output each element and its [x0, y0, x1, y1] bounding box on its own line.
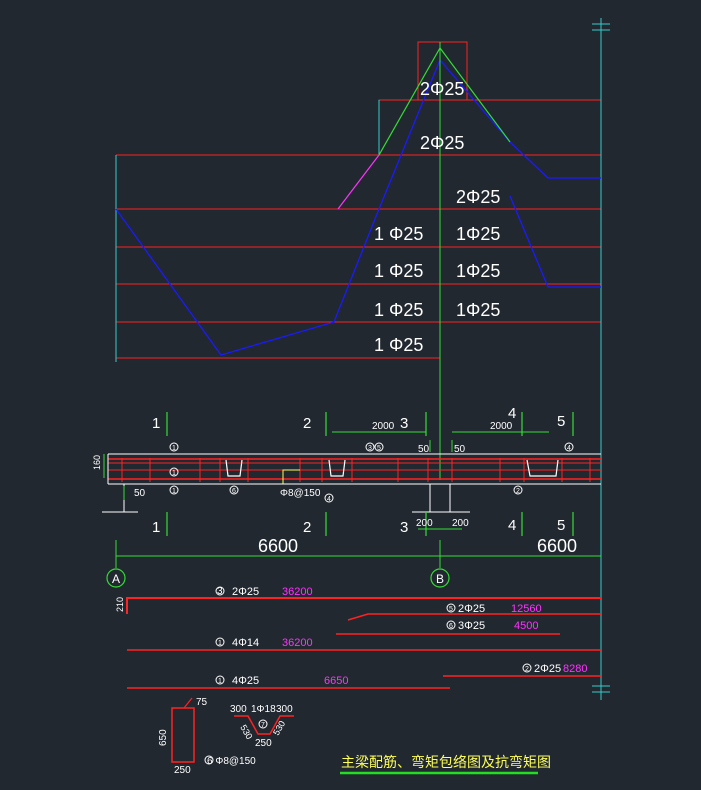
bar-1-num: 1: [218, 640, 222, 647]
bar-3-length: 36200: [282, 586, 313, 598]
bar-3-spec: 2Φ25: [232, 586, 259, 598]
bar-3-hook: 210: [115, 597, 125, 612]
bar-2-length: 8280: [563, 663, 587, 675]
bar-1-spec: 4Φ14: [232, 637, 259, 649]
column-b: [429, 483, 451, 513]
dim-text-span-right: 6600: [537, 536, 577, 556]
section-label: 3: [400, 519, 408, 536]
dim-text-2000-left: 2000: [372, 421, 395, 432]
moment-envelope-lower: [509, 195, 601, 288]
axis-label-b: B: [436, 572, 444, 586]
bar-markers: 1 1 1 6 4 3 5 2 4: [169, 442, 574, 503]
marker-text: 4: [327, 496, 331, 503]
bar-1b-num: 1: [218, 678, 222, 685]
section-label: 4: [508, 405, 516, 422]
bar-5-spec: 2Φ25: [458, 603, 485, 615]
section-label: 5: [557, 517, 565, 534]
stirrup-h-text: 650: [158, 729, 169, 746]
section-label: 4: [508, 517, 516, 534]
section-label: 1: [152, 415, 160, 432]
moment-envelope: [115, 58, 601, 356]
bent-spec: 1Φ18: [251, 704, 276, 715]
dim-text-200-a: 200: [416, 518, 433, 529]
section-label: 5: [557, 413, 565, 430]
section-label: 3: [400, 415, 408, 432]
label-top2: 2Φ25: [420, 133, 464, 153]
label-row1-left: 1 Φ25: [374, 224, 423, 244]
stirrup-outline: [171, 707, 195, 763]
bar-6-spec: 3Φ25: [458, 620, 485, 632]
bar-1-length: 36200: [282, 637, 313, 649]
marker-text: 2: [516, 488, 520, 495]
dim-text-160: 160: [92, 455, 102, 470]
label-row3-right: 1Φ25: [456, 300, 500, 320]
axis-bubbles: A B: [106, 568, 450, 588]
label-row2-right: 1Φ25: [456, 261, 500, 281]
marker-text: 1: [172, 488, 176, 495]
bar-6-num: 6: [449, 623, 453, 630]
moment-labels: 2Φ25 2Φ25 2Φ25 1 Φ25 1Φ25 1 Φ25 1Φ25 1 Φ…: [374, 79, 500, 355]
stirrup-hook: [183, 697, 193, 709]
bent-slope-r: 530: [271, 719, 287, 737]
bar-5-num: 5: [449, 606, 453, 613]
stirrup-spec: Φ8@150: [280, 488, 321, 499]
section-label: 1: [152, 519, 160, 536]
section-label: 2: [303, 415, 311, 432]
dim-text-50-a: 50: [134, 488, 146, 499]
dim-text-2000-right: 2000: [490, 421, 513, 432]
bent-bars: [225, 459, 559, 477]
marker-text: 1: [172, 470, 176, 477]
bent-marker: 7: [261, 722, 265, 729]
stirrup-w-text: 250: [174, 765, 191, 776]
bent-top-r: 300: [276, 704, 293, 715]
bent-bottom: 250: [255, 738, 272, 749]
bar-schedule: 3 2Φ25 36200 210 5 2Φ25 12560 6 3Φ25 450…: [115, 586, 601, 689]
resist-envelope-magenta: [337, 154, 380, 210]
stirrup-leader: [282, 469, 300, 484]
dim-text-200-b: 200: [452, 518, 469, 529]
bent-bar-detail: 300 1Φ18 300 530 530 7 250: [230, 704, 294, 749]
drawing-canvas: 2Φ25 2Φ25 2Φ25 1 Φ25 1Φ25 1 Φ25 1Φ25 1 Φ…: [92, 18, 610, 776]
bar-5-length: 12560: [511, 603, 542, 615]
bar-6-length: 4500: [514, 620, 538, 632]
bent-bar: [328, 459, 346, 477]
axis-label-a: A: [112, 572, 120, 586]
marker-text: 6: [232, 488, 236, 495]
bent-top-l: 300: [230, 704, 247, 715]
section-label: 2: [303, 519, 311, 536]
label-row1-right: 1Φ25: [456, 224, 500, 244]
dim-text-span-left: 6600: [258, 536, 298, 556]
beam-elevation: [102, 453, 601, 513]
bar-1b-length: 6650: [324, 675, 348, 687]
label-mid: 2Φ25: [456, 187, 500, 207]
marker-text: 3: [368, 445, 372, 452]
bent-bar: [225, 459, 243, 477]
marker-text: 4: [567, 445, 571, 452]
marker-text: 5: [377, 445, 381, 452]
dim-text-50-c: 50: [454, 444, 466, 455]
stirrup-hook-text: 75: [196, 697, 208, 708]
bar-1b-spec: 4Φ25: [232, 675, 259, 687]
marker-text: 1: [172, 445, 176, 452]
drawing-caption: 主梁配筋、弯矩包络图及抗弯矩图: [341, 754, 551, 770]
label-top1: 2Φ25: [420, 79, 464, 99]
stirrup-spec-text: 6 Φ8@150: [207, 756, 256, 767]
dim-text-50-b: 50: [418, 444, 430, 455]
label-row2-left: 1 Φ25: [374, 261, 423, 281]
dimension-texts: 2000 2000 50 50 50 160 200 200 6600 6600…: [92, 421, 577, 556]
bar-2-num: 2: [525, 666, 529, 673]
bar-2-spec: 2Φ25: [534, 663, 561, 675]
dimension-lines: [103, 431, 601, 568]
label-row3-left: 1 Φ25: [374, 300, 423, 320]
label-row4-left: 1 Φ25: [374, 335, 423, 355]
bent-bar: [526, 459, 559, 477]
bent-slope-l: 530: [238, 723, 254, 741]
